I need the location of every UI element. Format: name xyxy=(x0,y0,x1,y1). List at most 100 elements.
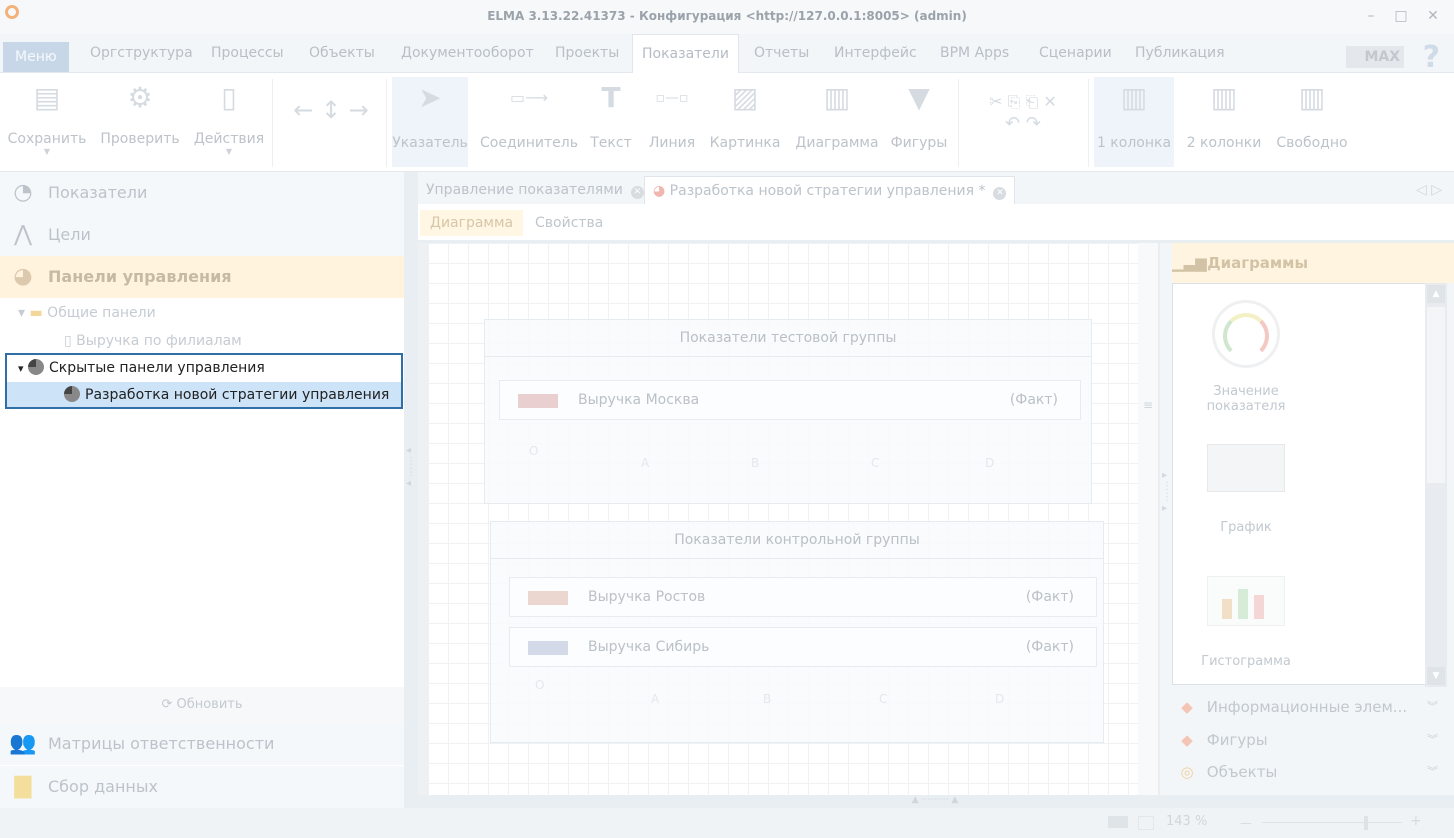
line-button[interactable]: ▫—▫ Линия xyxy=(646,77,698,167)
tree-node-common-panels[interactable]: ▾ ▬ Общие панели xyxy=(18,300,156,326)
scroll-down-icon[interactable]: ▼ xyxy=(1427,667,1445,685)
move-arrows-button[interactable]: ← ↕ → xyxy=(286,77,376,167)
group-divider xyxy=(491,558,1103,559)
splitter-handle[interactable]: ◂ ⋮ ⋮ ◂ xyxy=(406,445,416,489)
ribbon-toolbar: ▤ Сохранить ▼ ⚙ Проверить ▯ Действия ▼ ←… xyxy=(0,73,1454,172)
toolbox-section-objects[interactable]: ◎ Объекты ︾ xyxy=(1172,756,1442,788)
close-tab-icon[interactable]: ✕ xyxy=(630,186,644,199)
diagram-button[interactable]: ▥ Диаграмма xyxy=(792,77,882,167)
menu-tab-interface[interactable]: Интерфейс xyxy=(825,34,926,72)
tab-new-strategy[interactable]: ◕ Разработка новой стратегии управления … xyxy=(644,176,1016,205)
menu-tab-orgstructure[interactable]: Оргструктура xyxy=(81,34,202,72)
zoom-out-icon[interactable]: — xyxy=(1240,816,1252,830)
edit-clipboard-group[interactable]: ✂ ⎘ ⎗ ✕ ↶ ↷ xyxy=(964,77,1082,167)
chart-ghost-label: O xyxy=(535,678,545,692)
chevron-down-icon: ︾ xyxy=(1427,733,1438,746)
text-t-icon: T xyxy=(601,81,621,114)
status-bar: 143 % — + xyxy=(0,808,1454,838)
bar-chart-icon: ▥ xyxy=(823,81,851,114)
subtab-diagram[interactable]: Диаграмма xyxy=(420,210,524,236)
indicator-row[interactable]: Выручка Ростов (Факт) xyxy=(509,577,1097,617)
toolbox-panel: ▁▃▆ Диаграммы Значение показателя График… xyxy=(1160,243,1454,795)
menu-tab-documents[interactable]: Документооборот xyxy=(392,34,543,72)
shapes-button[interactable]: ▼ Фигуры xyxy=(888,77,950,167)
menu-tab-indicators[interactable]: Показатели xyxy=(632,34,739,73)
connector-icon: ▭⟶ xyxy=(509,88,549,107)
separator xyxy=(386,79,387,167)
minimize-icon[interactable]: – xyxy=(1362,8,1380,26)
chart-ghost-label: C xyxy=(871,456,880,470)
pointer-button[interactable]: ➤ Указатель xyxy=(392,77,468,167)
scroll-thumb[interactable] xyxy=(1427,307,1445,483)
text-button[interactable]: T Текст xyxy=(588,77,634,167)
horizontal-splitter-handle[interactable]: ▲ ⋯⋯⋯ ▲ xyxy=(890,795,980,807)
nav-responsibility-matrices[interactable]: 👥 Матрицы ответственности xyxy=(0,723,404,765)
separator xyxy=(958,79,959,167)
toolbox-section-shapes[interactable]: ◆ Фигуры ︾ xyxy=(1172,724,1442,756)
free-layout-icon: ▥ xyxy=(1298,81,1326,114)
nav-data-collection[interactable]: ▇ Сбор данных xyxy=(0,766,404,808)
close-icon[interactable]: ✕ xyxy=(1424,8,1442,26)
tab-scroll-arrows[interactable]: ◁ ▷ xyxy=(1408,176,1450,204)
chart-ghost-label: A xyxy=(641,456,650,470)
left-navigation-panel: ◔ Показатели ⋀ Цели ◕ Панели управления … xyxy=(0,172,404,808)
tool-indicator-value[interactable]: Значение показателя xyxy=(1181,300,1311,414)
nav-indicators[interactable]: ◔ Показатели xyxy=(0,172,404,214)
zoom-in-icon[interactable]: + xyxy=(1410,813,1422,829)
title-bar: ELMA 3.13.22.41373 - Конфигурация <http:… xyxy=(0,0,1454,34)
tree-node-new-strategy[interactable]: Разработка новой стратегии управления xyxy=(64,382,389,408)
actions-button[interactable]: ▯ Действия ▼ xyxy=(192,77,266,167)
menu-tab-processes[interactable]: Процессы xyxy=(202,34,293,72)
toolbox-section-info-elements[interactable]: ◆ Информационные элем... ︾ xyxy=(1172,691,1442,723)
menu-tab-reports[interactable]: Отчеты xyxy=(745,34,818,72)
one-column-button[interactable]: ▥ 1 колонка xyxy=(1094,77,1174,167)
nav-dashboards[interactable]: ◕ Панели управления xyxy=(0,256,404,298)
tool-graph[interactable]: График xyxy=(1181,444,1311,535)
refresh-button[interactable]: ⟳ Обновить xyxy=(0,687,404,723)
view-mode-icon[interactable] xyxy=(1108,816,1128,828)
menu-tab-scenarios[interactable]: Сценарии xyxy=(1030,34,1121,72)
chart-ghost-label: O xyxy=(529,444,539,458)
indicator-row[interactable]: Выручка Москва (Факт) xyxy=(499,380,1081,420)
toolbox-items-list: Значение показателя График Гистограмма xyxy=(1172,283,1442,685)
chevron-down-icon: ▼ xyxy=(225,147,233,156)
diagram-canvas[interactable]: Показатели тестовой группы O A B C D Выр… xyxy=(418,243,1138,795)
menu-bar: Меню Оргструктура Процессы Объекты Докум… xyxy=(0,34,1454,75)
menu-tab-bpm-apps[interactable]: BPM Apps xyxy=(931,34,1018,72)
tree-node-hidden-panels[interactable]: ▾ Скрытые панели управления xyxy=(18,355,265,381)
picture-button[interactable]: ▨ Картинка xyxy=(708,77,782,167)
graph-icon xyxy=(1207,444,1285,492)
menu-tab-menu[interactable]: Меню xyxy=(3,42,69,72)
fit-mode-icon[interactable] xyxy=(1138,816,1154,830)
canvas-vertical-scrollbar[interactable]: ≡ xyxy=(1138,243,1158,795)
document-icon: ▯ xyxy=(64,333,72,349)
toolbox-section-diagrams[interactable]: ▁▃▆ Диаграммы xyxy=(1172,243,1454,283)
zoom-slider-thumb[interactable] xyxy=(1364,816,1368,830)
save-button[interactable]: ▤ Сохранить ▼ xyxy=(6,77,88,167)
connector-button[interactable]: ▭⟶ Соединитель xyxy=(478,77,580,167)
tree-node-revenue-branches[interactable]: ▯ Выручка по филиалам xyxy=(64,328,242,354)
zoom-slider[interactable] xyxy=(1262,822,1402,823)
right-splitter-handle[interactable]: ▸ ⋮ ⋮ ▸ xyxy=(1162,470,1172,514)
help-icon[interactable]: ? xyxy=(1423,40,1440,75)
subtab-properties[interactable]: Свойства xyxy=(525,210,613,236)
check-button[interactable]: ⚙ Проверить xyxy=(98,77,182,167)
menu-tab-projects[interactable]: Проекты xyxy=(546,34,628,72)
close-tab-icon[interactable]: ✕ xyxy=(993,187,1007,200)
tool-histogram[interactable]: Гистограмма xyxy=(1181,576,1311,669)
menu-tab-publication[interactable]: Публикация xyxy=(1126,34,1234,72)
nav-goals[interactable]: ⋀ Цели xyxy=(0,214,404,256)
undo-redo-icons: ↶ ↷ xyxy=(1005,113,1041,134)
menu-tab-objects[interactable]: Объекты xyxy=(300,34,384,72)
indicator-group-test[interactable]: Показатели тестовой группы O A B C D Выр… xyxy=(484,319,1092,504)
document-tabs: Управление показателями ✕ ◕ Разработка но… xyxy=(418,172,1454,205)
toolbox-scrollbar[interactable]: ▲ ▼ xyxy=(1425,283,1447,687)
free-layout-button[interactable]: ▥ Свободно xyxy=(1274,77,1350,167)
pie-chart-icon xyxy=(27,359,44,375)
indicator-row[interactable]: Выручка Сибирь (Факт) xyxy=(509,627,1097,667)
maximize-icon[interactable]: □ xyxy=(1392,8,1410,26)
tab-manage-indicators[interactable]: Управление показателями ✕ xyxy=(418,176,652,204)
indicator-group-control[interactable]: Показатели контрольной группы O A B C D … xyxy=(490,521,1104,743)
two-columns-button[interactable]: ▥ 2 колонки xyxy=(1184,77,1264,167)
scroll-up-icon[interactable]: ▲ xyxy=(1427,285,1445,303)
